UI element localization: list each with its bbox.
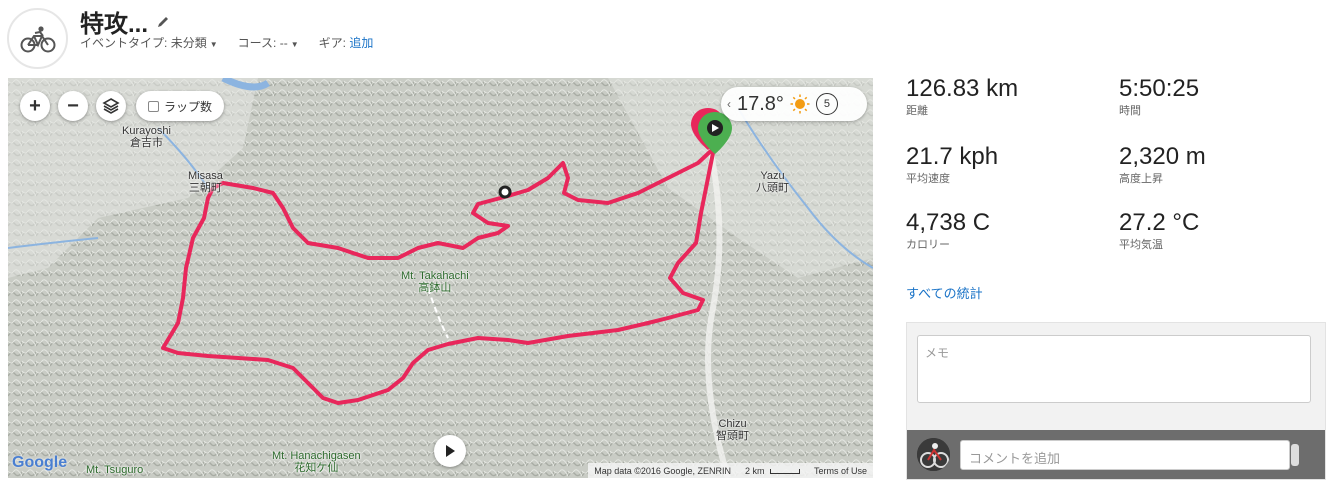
zoom-out-button[interactable]: − [58, 91, 88, 121]
terms-link[interactable]: Terms of Use [814, 466, 867, 476]
chevron-down-icon: ▼ [209, 40, 218, 49]
event-type-label: イベントタイプ: [80, 36, 168, 50]
event-type-selector[interactable]: イベントタイプ: 未分類 ▼ [80, 34, 218, 51]
user-avatar-icon [917, 438, 950, 471]
course-value: -- [279, 36, 288, 50]
add-gear-link[interactable]: 追加 [349, 36, 373, 50]
stat-distance: 126.83 km 距離 [906, 75, 1019, 117]
avatar [917, 438, 950, 471]
stat-time: 5:50:25 時間 [1119, 75, 1200, 117]
stat-avg-temperature: 27.2 °C 平均気温 [1119, 209, 1200, 251]
map-label-yazu: Yazu 八頭町 [756, 170, 789, 194]
memo-textarea[interactable]: メモ [917, 335, 1311, 403]
course-label: コース: [237, 36, 277, 50]
activity-type-icon [7, 8, 68, 69]
weather-widget: ‹ 17.8° 5 [721, 87, 867, 121]
google-logo: Google [12, 454, 68, 471]
weather-temperature: 17.8° [737, 92, 784, 115]
all-stats-link[interactable]: すべての統計 [906, 283, 983, 302]
wind-speed-badge: 5 [815, 93, 838, 115]
map-label-chizu: Chizu 智頭町 [716, 418, 749, 442]
stat-elevation-gain: 2,320 m 高度上昇 [1119, 143, 1206, 185]
stat-calories: 4,738 C カロリー [906, 209, 991, 251]
gear-field: ギア: 追加 [319, 34, 374, 51]
current-position-marker [498, 185, 512, 199]
gear-label: ギア: [318, 36, 346, 50]
route-map[interactable]: + − ラップ数 ‹ 17.8° 5 Kurayoshi 倉吉市 Misasa 三朝… [8, 78, 873, 478]
map-attribution: Map data ©2016 Google, ZENRIN 2 km Terms… [588, 463, 873, 478]
chevron-left-icon[interactable]: ‹ [727, 97, 731, 111]
laps-toggle[interactable]: ラップ数 [136, 91, 225, 121]
map-label-hanachigasen: Mt. Hanachigasen 花知ケ仙 [272, 450, 361, 474]
stat-avg-speed: 21.7 kph 平均速度 [906, 143, 999, 185]
map-label-takahachi: Mt. Takahachi 高鉢山 [401, 270, 469, 294]
play-icon [446, 445, 455, 457]
zoom-in-button[interactable]: + [20, 91, 50, 121]
play-route-button[interactable] [434, 435, 466, 467]
layers-icon [102, 98, 120, 114]
map-scale: 2 km [745, 466, 800, 476]
bicycle-icon [20, 25, 55, 52]
course-selector[interactable]: コース: -- ▼ [238, 34, 299, 51]
laps-label: ラップ数 [164, 99, 213, 114]
comment-bar: コメントを追加 [907, 430, 1325, 479]
comment-scrollbar[interactable] [1291, 444, 1299, 466]
map-label-misasa: Misasa 三朝町 [188, 170, 223, 194]
activity-meta: イベントタイプ: 未分類 ▼ コース: -- ▼ ギア: 追加 [80, 34, 373, 51]
laps-checkbox[interactable] [148, 100, 159, 112]
chevron-down-icon: ▼ [290, 40, 299, 49]
pencil-icon[interactable] [156, 15, 170, 29]
sun-icon [790, 94, 810, 114]
map-data-credit: Map data ©2016 Google, ZENRIN [594, 465, 731, 476]
event-type-value: 未分類 [170, 36, 207, 50]
map-layers-button[interactable] [96, 91, 126, 121]
comment-input[interactable]: コメントを追加 [960, 440, 1290, 470]
comments-panel: メモ コメントを追加 [906, 322, 1326, 480]
map-label-tsuguro: Mt. Tsuguro [86, 464, 144, 476]
map-label-kurayoshi: Kurayoshi 倉吉市 [122, 125, 171, 149]
